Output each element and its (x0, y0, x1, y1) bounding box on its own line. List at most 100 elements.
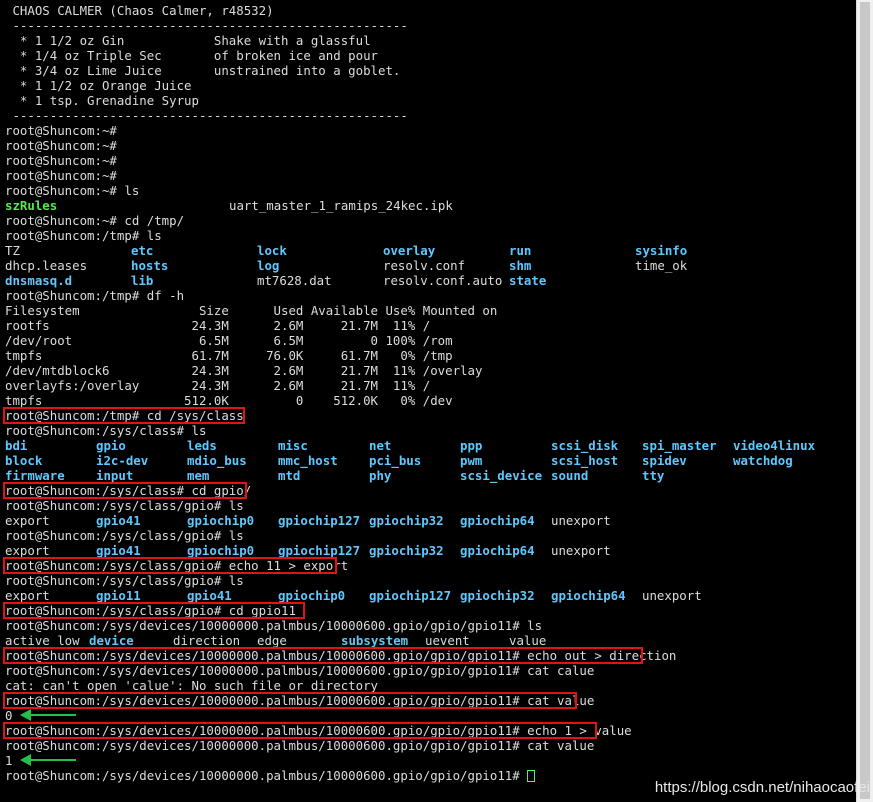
terminal-line-text: root@Shuncom:/sys/class# ls (5, 423, 207, 438)
left-arrow-icon (20, 709, 76, 721)
left-arrow-icon (20, 754, 76, 766)
terminal-line: root@Shuncom:/sys/class/gpio# echo 11 > … (5, 558, 348, 573)
directory-entry: shm (509, 258, 532, 273)
file-entry: TZ (5, 243, 20, 258)
terminal-line: root@Shuncom:/tmp# cd /sys/class (5, 408, 244, 423)
directory-entry: i2c-dev (96, 453, 149, 468)
terminal-line: * 1 tsp. Grenadine Syrup (5, 93, 199, 108)
terminal-line: * 1/4 oz Triple Sec of broken ice and po… (5, 48, 378, 63)
terminal-line-text: root@Shuncom:/sys/devices/10000000.palmb… (5, 723, 632, 738)
directory-entry: pci_bus (369, 453, 422, 468)
directory-entry: mem (187, 468, 210, 483)
terminal-line-text: tmpfs 61.7M 76.0K 61.7M 0% /tmp (5, 348, 453, 363)
terminal-line-text: root@Shuncom:/sys/devices/10000000.palmb… (5, 693, 595, 708)
terminal-line-text: 1 (5, 753, 13, 768)
directory-entry: etc (131, 243, 154, 258)
directory-entry: misc (278, 438, 308, 453)
file-entry: export (5, 513, 50, 528)
terminal-line: root@Shuncom:/tmp# df -h (5, 288, 184, 303)
terminal-line-text: Filesystem Size Used Available Use% Moun… (5, 303, 498, 318)
directory-entry: leds (187, 438, 217, 453)
terminal-line: overlayfs:/overlay 24.3M 2.6M 21.7M 11% … (5, 378, 430, 393)
terminal-line: root@Shuncom:~# (5, 153, 117, 168)
directory-entry: mmc_host (278, 453, 338, 468)
executable-entry: szRules (5, 198, 58, 213)
terminal-line: root@Shuncom:/sys/class/gpio# ls (5, 528, 244, 543)
directory-entry: lock (257, 243, 287, 258)
directory-entry: mtd (278, 468, 301, 483)
terminal-line: Filesystem Size Used Available Use% Moun… (5, 303, 497, 318)
terminal-line-text: root@Shuncom:~# cd /tmp/ (5, 213, 185, 228)
directory-entry: watchdog (733, 453, 793, 468)
terminal-line-text: tmpfs 512.0K 0 512.0K 0% /dev (5, 393, 453, 408)
terminal-line-text: overlayfs:/overlay 24.3M 2.6M 21.7M 11% … (5, 378, 431, 393)
directory-entry: hosts (131, 258, 169, 273)
directory-entry: input (96, 468, 134, 483)
terminal-line: * 1 1/2 oz Orange Juice (5, 78, 192, 93)
directory-entry: gpio (96, 438, 126, 453)
terminal-line: root@Shuncom:/sys/devices/10000000.palmb… (5, 768, 536, 783)
terminal-line: /dev/mtdblock6 24.3M 2.6M 21.7M 11% /ove… (5, 363, 482, 378)
directory-entry: scsi_device (460, 468, 543, 483)
file-entry: unexport (551, 543, 611, 558)
terminal-line-text: /dev/mtdblock6 24.3M 2.6M 21.7M 11% /ove… (5, 363, 483, 378)
directory-entry: lib (131, 273, 154, 288)
terminal-line: root@Shuncom:/sys/class/gpio# cd gpio11 (5, 603, 296, 618)
file-entry: direction (173, 633, 241, 648)
terminal-line-text: root@Shuncom:/tmp# cd /sys/class (5, 408, 244, 423)
terminal-window[interactable]: CHAOS CALMER (Chaos Calmer, r48532) ----… (0, 0, 856, 802)
file-entry: value (509, 633, 547, 648)
scrollbar-thumb[interactable] (860, 2, 870, 799)
terminal-line-text: root@Shuncom:/sys/class/gpio# echo 11 > … (5, 558, 349, 573)
terminal-line-text: root@Shuncom:~# (5, 123, 117, 138)
directory-entry: state (509, 273, 547, 288)
terminal-line: cat: can't open 'calue': No such file or… (5, 678, 378, 693)
directory-entry: log (257, 258, 280, 273)
directory-entry: device (89, 633, 134, 648)
directory-entry: gpiochip0 (187, 513, 255, 528)
directory-entry: video4linux (733, 438, 816, 453)
terminal-line: /dev/root 6.5M 6.5M 0 100% /rom (5, 333, 453, 348)
file-entry: resolv.conf (383, 258, 466, 273)
file-entry: mt7628.dat (257, 273, 332, 288)
terminal-line: root@Shuncom:/sys/devices/10000000.palmb… (5, 693, 594, 708)
terminal-line-text: root@Shuncom:~# ls (5, 183, 140, 198)
directory-entry: scsi_host (551, 453, 619, 468)
terminal-line-text: * 1/4 oz Triple Sec of broken ice and po… (5, 48, 378, 63)
directory-entry: gpio11 (96, 588, 141, 603)
watermark: https://blog.csdn.net/nihaocaofei (654, 779, 870, 796)
terminal-line: root@Shuncom:/sys/devices/10000000.palmb… (5, 618, 542, 633)
directory-entry: gpiochip64 (460, 543, 535, 558)
terminal-line: root@Shuncom:/sys/class# ls (5, 423, 206, 438)
directory-entry: bdi (5, 438, 28, 453)
file-entry: time_ok (635, 258, 688, 273)
file-entry: dhcp.leases (5, 258, 88, 273)
terminal-line: tmpfs 61.7M 76.0K 61.7M 0% /tmp (5, 348, 453, 363)
directory-entry: subsystem (341, 633, 409, 648)
directory-entry: tty (642, 468, 665, 483)
terminal-line-text: 0 (5, 708, 13, 723)
directory-entry: overlay (383, 243, 436, 258)
terminal-line: root@Shuncom:/sys/class/gpio# ls (5, 498, 244, 513)
vertical-scrollbar[interactable] (856, 0, 873, 802)
terminal-line: CHAOS CALMER (Chaos Calmer, r48532) (5, 3, 273, 18)
terminal-line-text: cat: can't open 'calue': No such file or… (5, 678, 378, 693)
directory-entry: sound (551, 468, 589, 483)
terminal-line: root@Shuncom:~# cd /tmp/ (5, 213, 184, 228)
block-cursor-icon (527, 770, 536, 782)
terminal-line: root@Shuncom:/sys/class/gpio# ls (5, 573, 244, 588)
file-entry: unexport (642, 588, 702, 603)
terminal-line: 1 (5, 753, 12, 768)
file-entry: unexport (551, 513, 611, 528)
terminal-line-text: ----------------------------------------… (5, 18, 408, 33)
directory-entry: phy (369, 468, 392, 483)
directory-entry: block (5, 453, 43, 468)
directory-entry: sysinfo (635, 243, 688, 258)
directory-entry: gpio41 (96, 543, 141, 558)
terminal-line: ----------------------------------------… (5, 18, 408, 33)
directory-entry: gpiochip64 (460, 513, 535, 528)
terminal-line: root@Shuncom:~# (5, 168, 117, 183)
terminal-line: ----------------------------------------… (5, 108, 407, 123)
terminal-line-text: root@Shuncom:/tmp# ls (5, 228, 162, 243)
terminal-line: root@Shuncom:/sys/devices/10000000.palmb… (5, 738, 594, 753)
